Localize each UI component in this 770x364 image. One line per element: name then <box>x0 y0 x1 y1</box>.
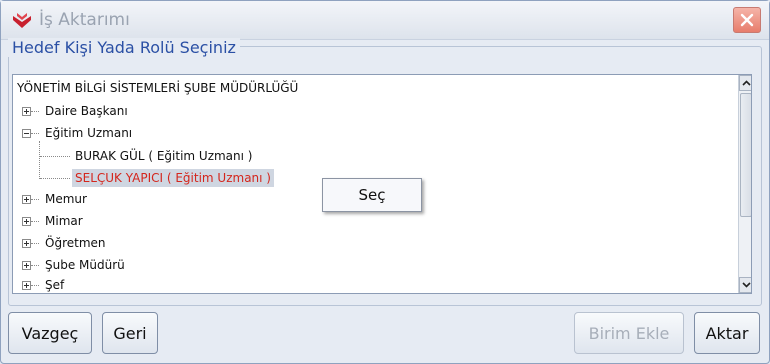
tree-connector <box>40 156 70 157</box>
tree-connector <box>31 221 39 222</box>
cancel-button[interactable]: Vazgeç <box>8 312 92 354</box>
tree-item-sube-muduru[interactable]: Şube Müdürü <box>45 256 125 274</box>
title-bar[interactable]: İş Aktarımı <box>1 1 769 40</box>
tree-root[interactable]: YÖNETİM BİLGİ SİSTEMLERİ ŞUBE MÜDÜRLÜĞÜ <box>17 79 298 97</box>
tree-connector <box>40 178 70 179</box>
back-button[interactable]: Geri <box>102 312 158 354</box>
scroll-thumb[interactable] <box>740 93 751 217</box>
tree-item-memur[interactable]: Memur <box>45 190 87 208</box>
tree-item-daire-baskani[interactable]: Daire Başkanı <box>45 102 128 120</box>
scroll-up-button[interactable] <box>739 75 751 91</box>
close-button[interactable] <box>733 7 761 33</box>
context-menu-item-select[interactable]: Seç <box>359 186 386 204</box>
expand-toggle-icon[interactable] <box>22 195 31 204</box>
tree-connector <box>39 141 40 179</box>
tree-item-burak-gul[interactable]: BURAK GÜL ( Eğitim Uzmanı ) <box>75 147 252 165</box>
add-unit-button[interactable]: Birim Ekle <box>574 312 684 354</box>
collapse-toggle-icon[interactable] <box>22 129 31 138</box>
tree-connector <box>31 111 39 112</box>
expand-toggle-icon[interactable] <box>22 107 31 116</box>
app-logo-icon <box>13 13 31 28</box>
tree-connector <box>31 265 39 266</box>
tree-item-sef[interactable]: Şef <box>45 276 64 293</box>
scroll-down-button[interactable] <box>739 277 751 293</box>
group-legend: Hedef Kişi Yada Rolü Seçiniz <box>8 38 240 57</box>
close-icon <box>740 13 754 27</box>
chevron-down-icon <box>741 282 751 288</box>
context-menu: Seç <box>322 178 422 212</box>
tree-connector <box>31 243 39 244</box>
window-title: İş Aktarımı <box>39 10 130 30</box>
expand-toggle-icon[interactable] <box>22 261 31 270</box>
chevron-up-icon <box>741 80 751 86</box>
tree-item-ogretmen[interactable]: Öğretmen <box>45 234 106 252</box>
transfer-button[interactable]: Aktar <box>694 312 760 354</box>
expand-toggle-icon[interactable] <box>22 239 31 248</box>
tree-connector <box>31 199 39 200</box>
tree-scrollbar[interactable] <box>738 75 751 293</box>
expand-toggle-icon[interactable] <box>22 217 31 226</box>
tree-item-selcuk-yapici[interactable]: SELÇUK YAPICI ( Eğitim Uzmanı ) <box>72 169 274 187</box>
tree-connector <box>31 285 39 286</box>
expand-toggle-icon[interactable] <box>22 281 31 290</box>
tree-item-mimar[interactable]: Mimar <box>45 212 83 230</box>
tree-connector <box>31 133 39 134</box>
tree-item-egitim-uzmani[interactable]: Eğitim Uzmanı <box>45 124 132 142</box>
